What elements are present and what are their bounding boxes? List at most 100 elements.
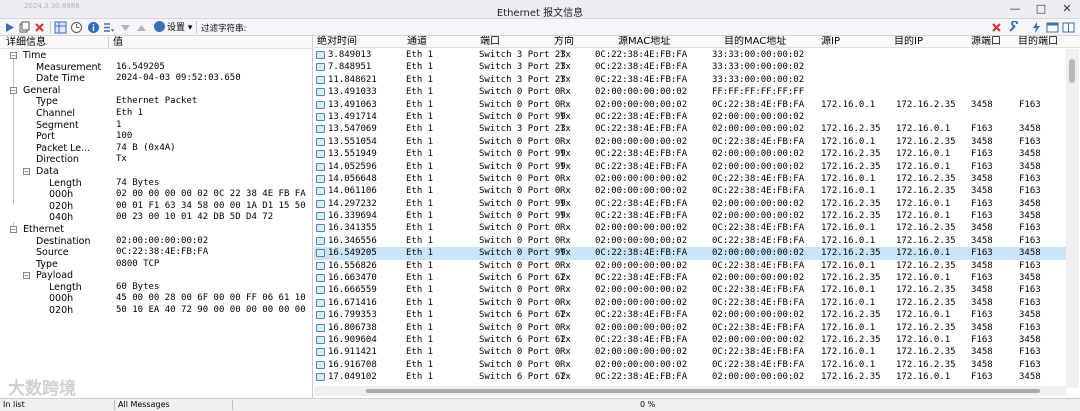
table-row[interactable]: 16.911421 Eth 1 Switch 0 Port 0 Rx 02:00:00:… bbox=[314, 346, 1066, 358]
header-col-time[interactable]: 绝对时间 bbox=[317, 36, 357, 48]
tree-row[interactable]: 000h 45 00 00 28 00 6F 00 00 FF 06 61 10 bbox=[0, 293, 312, 305]
tree-group-general[interactable]: − General bbox=[0, 85, 312, 97]
table-row[interactable]: 3.849013 Eth 1 Switch 3 Port 23 Tx 0C:22:38:… bbox=[314, 49, 1066, 61]
close-window-button[interactable]: ✕ bbox=[1054, 1, 1080, 17]
table-row[interactable]: 17.049102 Eth 1 Switch 6 Port 62 Tx 0C:22:38… bbox=[314, 371, 1066, 383]
cell-dst-mac: 33:33:00:00:00:02 bbox=[712, 74, 805, 85]
tree-row[interactable]: 020h 50 10 EA 40 72 90 00 00 00 00 00 00 bbox=[0, 305, 312, 317]
table-row[interactable]: 16.799353 Eth 1 Switch 6 Port 62 Tx 0C:22:38… bbox=[314, 309, 1066, 321]
table-row[interactable]: 13.551949 Eth 1 Switch 0 Port 99 Tx 0C:22:38… bbox=[314, 148, 1066, 160]
tree-row[interactable]: Port 100 bbox=[0, 131, 312, 143]
tree-group-time[interactable]: − Time bbox=[0, 50, 312, 62]
info-icon[interactable] bbox=[87, 21, 100, 34]
table-row[interactable]: 16.916708 Eth 1 Switch 0 Port 0 Rx 02:00:00:… bbox=[314, 359, 1066, 371]
table-row[interactable]: 7.848951 Eth 1 Switch 3 Port 23 Tx 0C:22:38:… bbox=[314, 61, 1066, 73]
table-row[interactable]: 16.666559 Eth 1 Switch 0 Port 0 Rx 02:00:00:… bbox=[314, 284, 1066, 296]
header-col-src-mac[interactable]: 源MAC地址 bbox=[618, 36, 670, 48]
filter-input[interactable] bbox=[242, 20, 990, 35]
scroll-thumb[interactable] bbox=[1069, 59, 1075, 83]
arrow-up-icon[interactable] bbox=[135, 21, 148, 34]
table-row[interactable]: 14.297232 Eth 1 Switch 0 Port 99 Tx 0C:22:38… bbox=[314, 198, 1066, 210]
tree-row[interactable]: Destination 02:00:00:00:00:02 bbox=[0, 236, 312, 248]
settings-dropdown[interactable]: 设置 ▾ bbox=[154, 21, 192, 34]
header-col-src-ip[interactable]: 源IP bbox=[821, 36, 840, 48]
tree-row[interactable]: Packet Le... 74 B (0x4A) bbox=[0, 143, 312, 155]
cell-src-ip: 172.16.0.1 bbox=[821, 347, 876, 358]
tree-row[interactable]: 000h 02 00 00 00 00 02 0C 22 38 4E FB FA bbox=[0, 189, 312, 201]
table-row[interactable]: 14.052596 Eth 1 Switch 0 Port 99 Tx 0C:22:38… bbox=[314, 161, 1066, 173]
vertical-scrollbar[interactable] bbox=[1066, 49, 1079, 388]
copy-icon[interactable] bbox=[18, 21, 31, 34]
horizontal-scrollbar[interactable] bbox=[314, 386, 1066, 396]
header-col-channel[interactable]: 通道 bbox=[407, 36, 427, 48]
table-row[interactable]: 16.663470 Eth 1 Switch 6 Port 62 Tx 0C:22:38… bbox=[314, 272, 1066, 284]
tree-row[interactable]: Channel Eth 1 bbox=[0, 108, 312, 120]
sort-icon[interactable] bbox=[102, 21, 115, 34]
clear-filter-icon[interactable] bbox=[990, 21, 1003, 34]
tree-row[interactable]: Date Time 2024-04-03 09:52:03.650 bbox=[0, 73, 312, 85]
tree-group-data[interactable]: − Data bbox=[0, 166, 312, 178]
table-row[interactable]: 16.909604 Eth 1 Switch 6 Port 62 Tx 0C:22:38… bbox=[314, 334, 1066, 346]
scroll-thumb[interactable] bbox=[366, 389, 1040, 393]
detail-col-field[interactable]: 详细信息 bbox=[6, 36, 46, 49]
tree-group-ethernet[interactable]: − Ethernet bbox=[0, 224, 312, 236]
cell-time: 16.666559 bbox=[328, 285, 377, 296]
header-col-port[interactable]: 端口 bbox=[480, 36, 500, 48]
table-row[interactable]: 16.346556 Eth 1 Switch 0 Port 0 Rx 02:00:00:… bbox=[314, 235, 1066, 247]
maximize-button[interactable]: □ bbox=[1028, 1, 1054, 17]
table-row[interactable]: 13.491714 Eth 1 Switch 0 Port 99 Tx 0C:22:38… bbox=[314, 111, 1066, 123]
play-icon[interactable] bbox=[3, 21, 16, 34]
header-col-dst-ip[interactable]: 目的IP bbox=[894, 36, 923, 48]
table-row[interactable]: 16.556826 Eth 1 Switch 0 Port 0 Rx 02:00:00:… bbox=[314, 260, 1066, 272]
arrow-down-icon[interactable] bbox=[119, 21, 132, 34]
tree-row[interactable]: Source 0C:22:38:4E:FB:FA bbox=[0, 247, 312, 259]
tree-row[interactable]: Type 0800 TCP bbox=[0, 259, 312, 271]
table-row[interactable]: 16.341355 Eth 1 Switch 0 Port 0 Rx 02:00:00:… bbox=[314, 222, 1066, 234]
tree-row[interactable]: Measurement 16.549205 bbox=[0, 62, 312, 74]
table-row[interactable]: 16.671416 Eth 1 Switch 0 Port 0 Rx 02:00:00:… bbox=[314, 297, 1066, 309]
header-col-dst-mac[interactable]: 目的MAC地址 bbox=[724, 36, 786, 48]
collapse-icon[interactable]: − bbox=[10, 52, 17, 59]
table-row[interactable]: 13.491033 Eth 1 Switch 0 Port 0 Rx 02:00:00:… bbox=[314, 86, 1066, 98]
tree-row[interactable]: Direction Tx bbox=[0, 154, 312, 166]
grid-view-icon[interactable] bbox=[54, 21, 67, 34]
tree-row[interactable]: Segment 1 bbox=[0, 120, 312, 132]
header-col-src-port[interactable]: 源端口 bbox=[971, 36, 1001, 48]
cell-src-port: 3458 bbox=[971, 260, 993, 271]
table-row[interactable]: 13.491063 Eth 1 Switch 0 Port 0 Rx 02:00:00:… bbox=[314, 99, 1066, 111]
cell-src-mac: 0C:22:38:4E:FB:FA bbox=[595, 149, 688, 160]
tree-row[interactable]: 040h 00 23 00 10 01 42 DB 5D D4 72 bbox=[0, 212, 312, 224]
tree-group-payload[interactable]: − Payload bbox=[0, 270, 312, 282]
table-row[interactable]: 16.339694 Eth 1 Switch 0 Port 99 Tx 0C:22:38… bbox=[314, 210, 1066, 222]
minimize-button[interactable]: — bbox=[1002, 1, 1028, 17]
tree-row[interactable]: 020h 00 01 F1 63 34 58 00 00 1A D1 15 50 bbox=[0, 201, 312, 213]
cell-channel: Eth 1 bbox=[406, 87, 434, 98]
table-row[interactable]: 11.848621 Eth 1 Switch 3 Port 23 Tx 0C:22:38… bbox=[314, 74, 1066, 86]
panel-icon[interactable] bbox=[1062, 21, 1075, 34]
time-icon[interactable] bbox=[70, 21, 83, 34]
cell-port: Switch 0 Port 99 bbox=[479, 161, 566, 172]
wrench-icon[interactable] bbox=[1007, 21, 1020, 34]
table-row[interactable]: 13.551054 Eth 1 Switch 0 Port 0 Rx 02:00:00:… bbox=[314, 136, 1066, 148]
detail-col-value[interactable]: 值 bbox=[113, 36, 123, 49]
tree-row[interactable]: Type Ethernet Packet bbox=[0, 96, 312, 108]
clear-icon[interactable] bbox=[33, 21, 46, 34]
header-col-dst-port[interactable]: 目的端口 bbox=[1018, 36, 1058, 48]
collapse-icon[interactable]: − bbox=[23, 272, 30, 280]
window-icon[interactable] bbox=[1046, 21, 1059, 34]
cell-dst-port: F163 bbox=[1019, 235, 1041, 246]
cell-time: 7.848951 bbox=[328, 62, 372, 73]
header-col-direction[interactable]: 方向 bbox=[554, 36, 574, 48]
tree-row[interactable]: Length 60 Bytes bbox=[0, 282, 312, 294]
table-row[interactable]: 14.061106 Eth 1 Switch 0 Port 0 Rx 02:00:00:… bbox=[314, 185, 1066, 197]
table-row[interactable]: 14.056648 Eth 1 Switch 0 Port 0 Rx 02:00:00:… bbox=[314, 173, 1066, 185]
lightning-icon[interactable] bbox=[1030, 21, 1043, 34]
table-row[interactable]: 16.806738 Eth 1 Switch 0 Port 0 Rx 02:00:00:… bbox=[314, 322, 1066, 334]
collapse-icon[interactable]: − bbox=[23, 167, 30, 175]
collapse-icon[interactable]: − bbox=[10, 86, 17, 94]
cell-port: Switch 0 Port 0 bbox=[479, 136, 561, 147]
table-row[interactable]: 13.547069 Eth 1 Switch 3 Port 23 Tx 0C:22:38… bbox=[314, 123, 1066, 135]
table-row[interactable]: 16.549205 Eth 1 Switch 0 Port 99 Tx 0C:22:38… bbox=[314, 247, 1066, 260]
tree-row[interactable]: Length 74 Bytes bbox=[0, 178, 312, 190]
collapse-icon[interactable]: − bbox=[10, 225, 17, 233]
